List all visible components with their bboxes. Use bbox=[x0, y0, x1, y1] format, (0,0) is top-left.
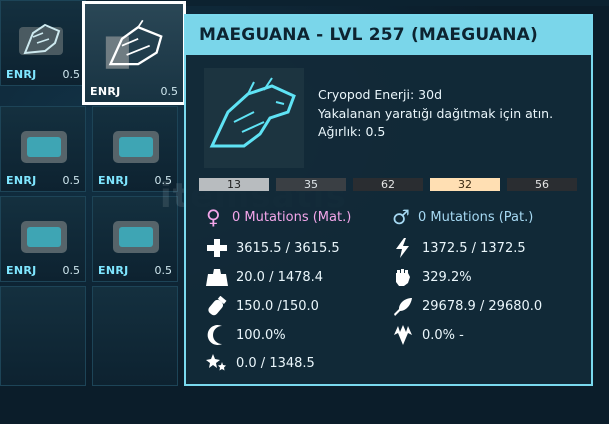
health-cross-icon bbox=[207, 239, 227, 257]
stat-level: 62 bbox=[353, 178, 423, 191]
inventory-slot-empty[interactable] bbox=[92, 286, 178, 386]
stat-value: 29678.9 / 29680.0 bbox=[422, 299, 543, 314]
weight-icon bbox=[206, 269, 228, 286]
slot-label: ENRJ bbox=[6, 174, 37, 187]
stat-level: 35 bbox=[276, 178, 346, 191]
stat-level-bar: 13 35 62 32 56 bbox=[199, 178, 581, 191]
slot-weight: 0.5 bbox=[160, 85, 179, 98]
maeguana-icon bbox=[204, 68, 304, 168]
inventory-slot[interactable]: ENRJ 0.5 bbox=[0, 0, 86, 86]
imprint-icon bbox=[394, 325, 412, 345]
inventory-slot[interactable]: ENRJ 0.5 bbox=[0, 106, 86, 192]
cryopod-dino-icon bbox=[19, 23, 63, 55]
slot-label: ENRJ bbox=[6, 264, 37, 277]
maternal-mutations: ♀ 0 Mutations (Mat.) bbox=[206, 205, 352, 229]
weight-text: Ağırlık: 0.5 bbox=[318, 124, 386, 139]
paternal-mutations-text: 0 Mutations (Pat.) bbox=[418, 210, 534, 225]
inventory-slot[interactable]: ENRJ 0.5 bbox=[0, 196, 86, 282]
stat-value: 20.0 / 1478.4 bbox=[236, 270, 324, 285]
cryopod-icon bbox=[113, 131, 159, 163]
slot-label: ENRJ bbox=[90, 85, 121, 98]
slot-label: ENRJ bbox=[98, 264, 129, 277]
inventory-slot-selected[interactable]: ENRJ 0.5 bbox=[82, 1, 186, 105]
stat-value: 150.0 /150.0 bbox=[236, 299, 319, 314]
stat-value: 100.0% bbox=[236, 328, 286, 343]
slot-weight: 0.5 bbox=[62, 68, 81, 81]
cryopod-dino-icon bbox=[105, 19, 163, 69]
cryopod-icon bbox=[21, 221, 67, 253]
paternal-mutations: ♂ 0 Mutations (Pat.) bbox=[392, 205, 534, 229]
slot-weight: 0.5 bbox=[62, 174, 81, 187]
movement-icon bbox=[207, 325, 222, 345]
item-tooltip: MAEGUANA - LVL 257 (MAEGUANA) Cryopod En… bbox=[184, 14, 593, 386]
stat-level: 13 bbox=[199, 178, 269, 191]
oxygen-icon bbox=[208, 296, 227, 316]
female-icon: ♀ bbox=[206, 205, 221, 229]
tooltip-title: MAEGUANA - LVL 257 (MAEGUANA) bbox=[199, 25, 538, 45]
maternal-mutations-text: 0 Mutations (Mat.) bbox=[232, 210, 352, 225]
stamina-bolt-icon bbox=[396, 238, 409, 258]
slot-label: ENRJ bbox=[6, 68, 37, 81]
cryopod-energy-text: Cryopod Enerji: 30d bbox=[318, 87, 443, 102]
stat-value: 0.0% - bbox=[422, 328, 464, 343]
slot-label: ENRJ bbox=[98, 174, 129, 187]
stat-level: 32 bbox=[430, 178, 500, 191]
melee-fist-icon bbox=[396, 269, 410, 286]
food-icon bbox=[394, 298, 412, 316]
stat-value: 0.0 / 1348.5 bbox=[236, 356, 315, 371]
slot-weight: 0.5 bbox=[62, 264, 81, 277]
stat-value: 329.2% bbox=[422, 270, 472, 285]
stat-value: 1372.5 / 1372.5 bbox=[422, 241, 526, 256]
stat-level: 56 bbox=[507, 178, 577, 191]
tooltip-header: MAEGUANA - LVL 257 (MAEGUANA) bbox=[186, 16, 591, 55]
stat-value: 3615.5 / 3615.5 bbox=[236, 241, 340, 256]
item-info: Cryopod Enerji: 30d Yakalanan yaratığı d… bbox=[318, 86, 553, 142]
release-hint-text: Yakalanan yaratığı dağıtmak için atın. bbox=[318, 105, 554, 121]
cryopod-icon bbox=[113, 221, 159, 253]
male-icon: ♂ bbox=[392, 205, 410, 229]
inventory-slot-empty[interactable] bbox=[0, 286, 86, 386]
slot-weight: 0.5 bbox=[154, 264, 173, 277]
torpidity-icon bbox=[206, 354, 226, 371]
cryopod-icon bbox=[21, 131, 67, 163]
